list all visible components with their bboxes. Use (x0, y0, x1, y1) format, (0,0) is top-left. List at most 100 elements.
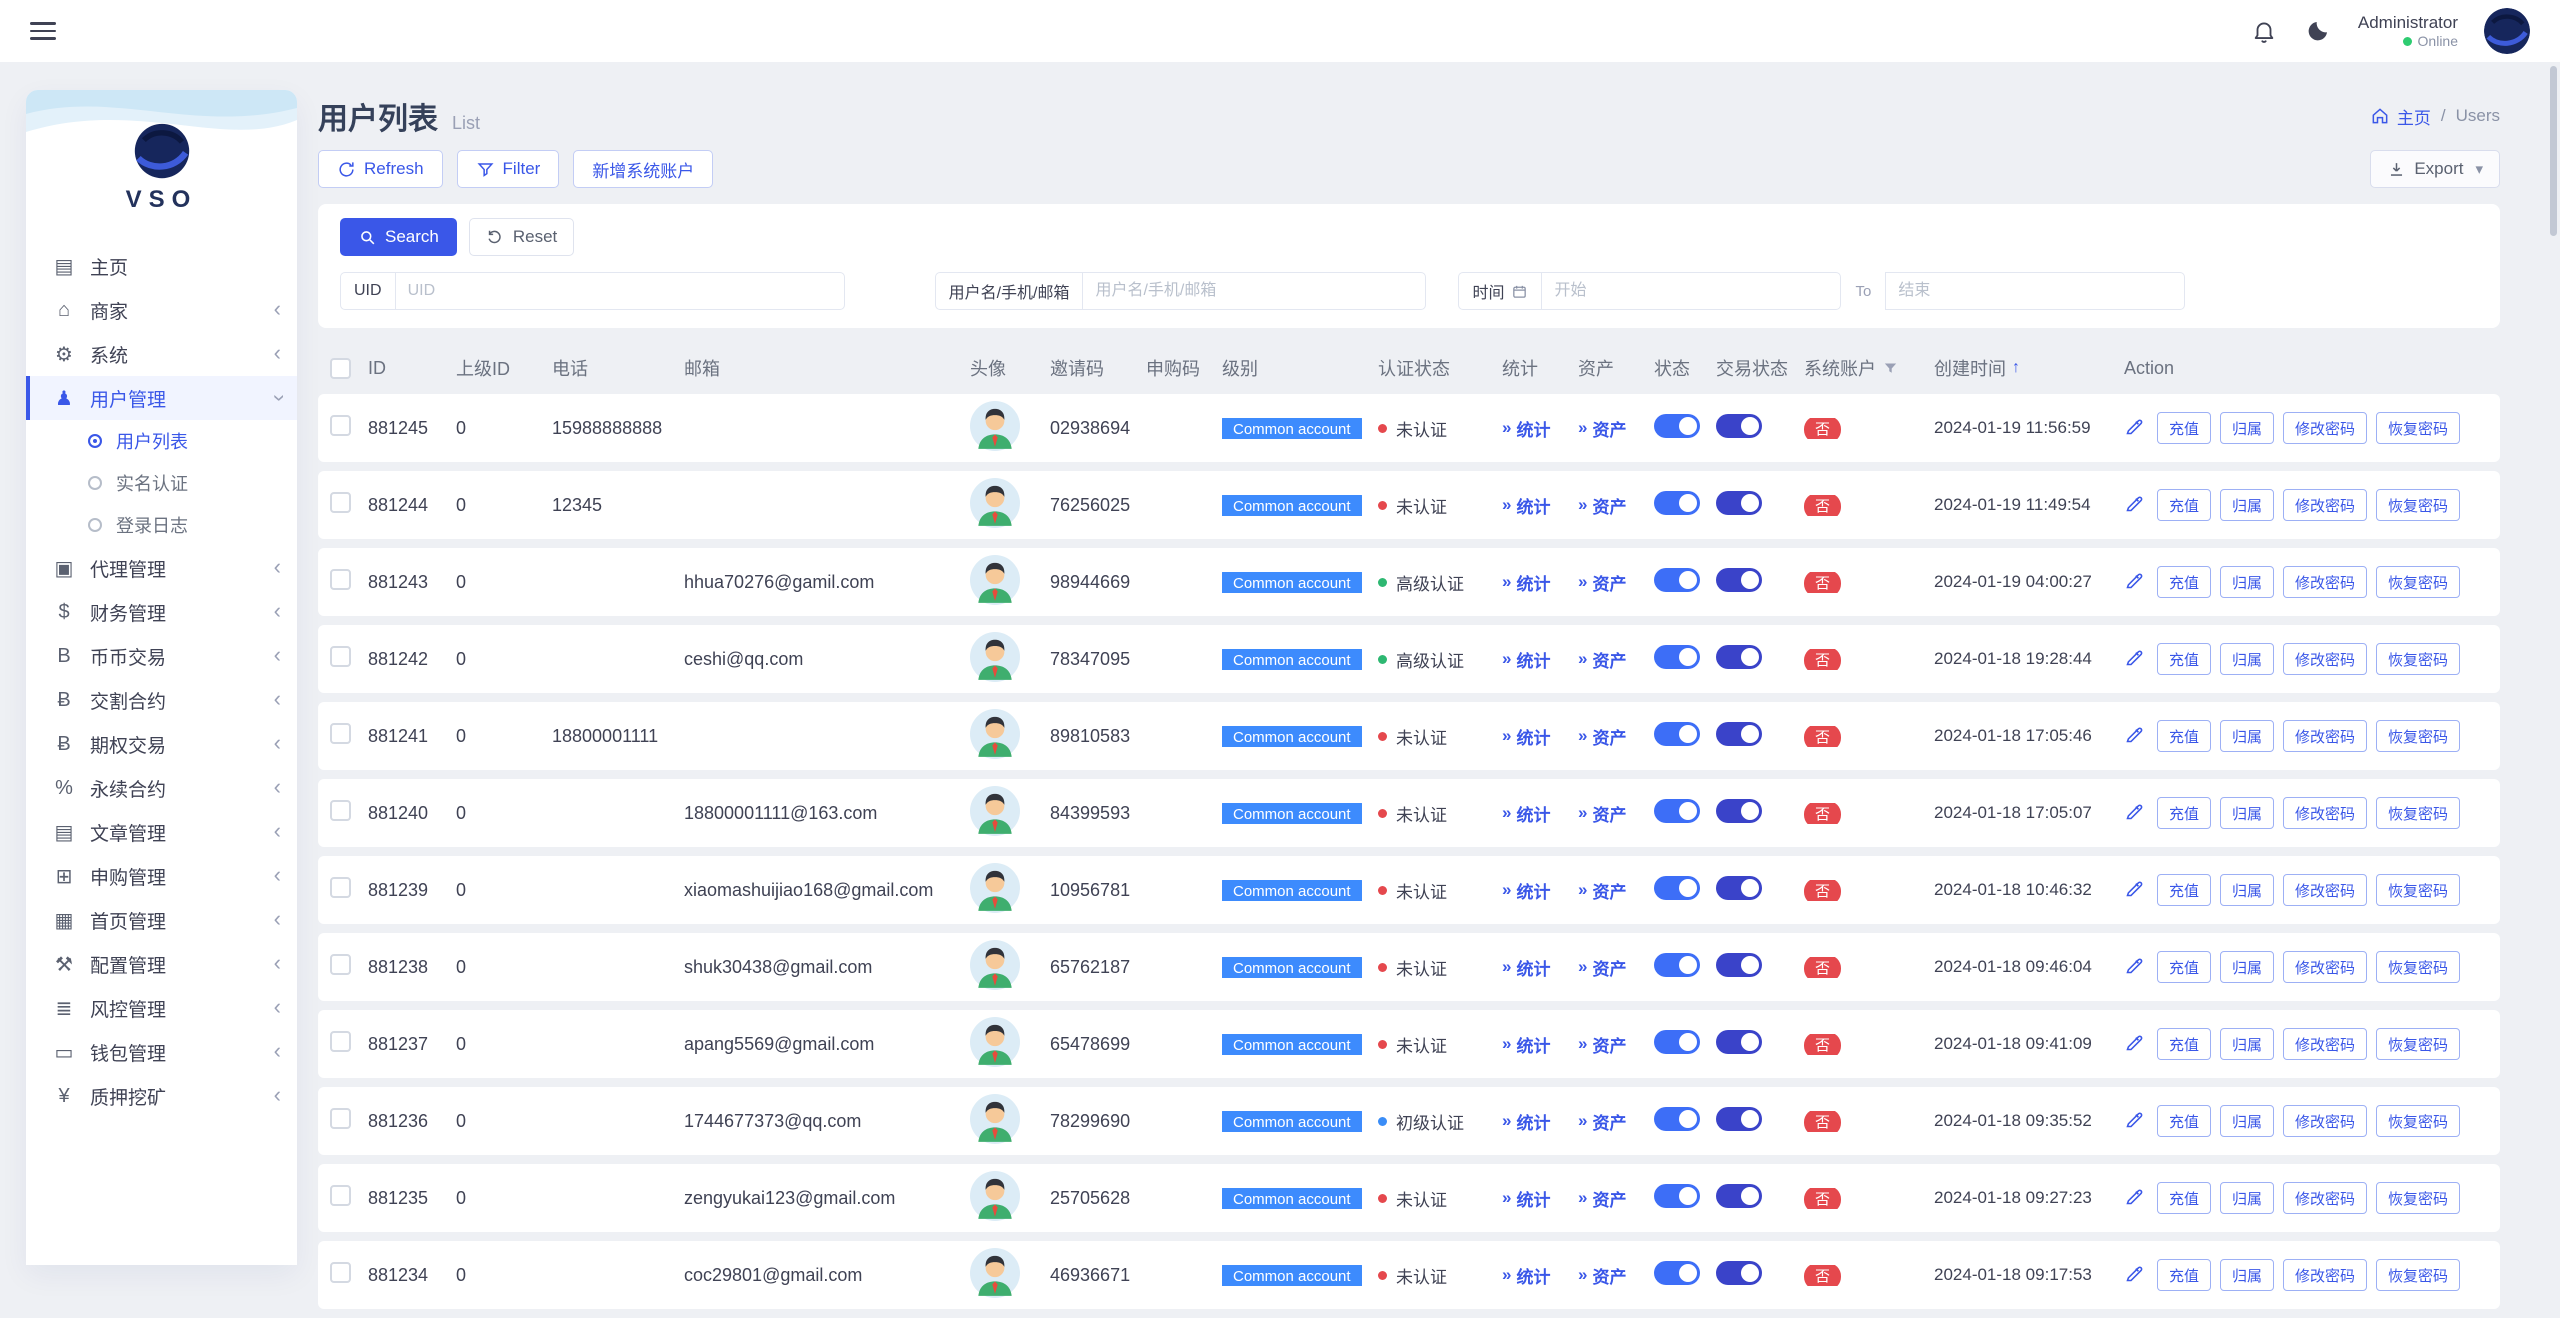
action-button-2[interactable]: 修改密码 (2283, 1105, 2367, 1137)
action-button-0[interactable]: 充值 (2157, 1182, 2211, 1214)
column-filter-icon[interactable] (1882, 360, 1899, 377)
trade-status-toggle[interactable] (1716, 414, 1762, 438)
action-button-3[interactable]: 恢复密码 (2376, 412, 2460, 444)
admin-avatar[interactable] (2484, 8, 2530, 54)
sidebar-item-options-trade[interactable]: Ƀ 期权交易 ‹ (26, 722, 297, 766)
stats-link[interactable]: »统计 (1502, 724, 1550, 749)
status-toggle[interactable] (1654, 491, 1700, 515)
sidebar-item-risk-control[interactable]: ≣ 风控管理 ‹ (26, 986, 297, 1030)
trade-status-toggle[interactable] (1716, 491, 1762, 515)
header-system-account[interactable]: 系统账户 (1804, 355, 1934, 381)
sidebar-item-perpetual-contract[interactable]: % 永续合约 ‹ (26, 766, 297, 810)
stats-link[interactable]: »统计 (1502, 416, 1550, 441)
action-button-1[interactable]: 归属 (2220, 566, 2274, 598)
trade-status-toggle[interactable] (1716, 1184, 1762, 1208)
uid-input[interactable] (395, 272, 845, 310)
sidebar-item-delivery-contract[interactable]: Ƀ 交割合约 ‹ (26, 678, 297, 722)
row-checkbox[interactable] (330, 800, 351, 821)
action-button-3[interactable]: 恢复密码 (2376, 951, 2460, 983)
action-button-1[interactable]: 归属 (2220, 1259, 2274, 1291)
export-button[interactable]: Export ▾ (2370, 150, 2500, 188)
action-button-1[interactable]: 归属 (2220, 720, 2274, 752)
action-button-2[interactable]: 修改密码 (2283, 489, 2367, 521)
stats-link[interactable]: »统计 (1502, 1109, 1550, 1134)
stats-link[interactable]: »统计 (1502, 801, 1550, 826)
stats-link[interactable]: »统计 (1502, 1032, 1550, 1057)
row-checkbox[interactable] (330, 415, 351, 436)
edit-pencil-icon[interactable] (2124, 724, 2148, 748)
action-button-0[interactable]: 充值 (2157, 1259, 2211, 1291)
sidebar-subitem-login-log[interactable]: 登录日志 (26, 504, 297, 546)
header-created-time[interactable]: 创建时间 ↑ (1934, 355, 2124, 381)
edit-pencil-icon[interactable] (2124, 416, 2148, 440)
action-button-2[interactable]: 修改密码 (2283, 1259, 2367, 1291)
action-button-1[interactable]: 归属 (2220, 412, 2274, 444)
action-button-0[interactable]: 充值 (2157, 489, 2211, 521)
stats-link[interactable]: »统计 (1502, 955, 1550, 980)
assets-link[interactable]: »资产 (1578, 416, 1626, 441)
sidebar-subitem-user-list[interactable]: 用户列表 (26, 420, 297, 462)
sidebar-item-config[interactable]: ⚒ 配置管理 ‹ (26, 942, 297, 986)
assets-link[interactable]: »资产 (1578, 647, 1626, 672)
status-toggle[interactable] (1654, 1107, 1700, 1131)
action-button-0[interactable]: 充值 (2157, 643, 2211, 675)
action-button-3[interactable]: 恢复密码 (2376, 720, 2460, 752)
action-button-1[interactable]: 归属 (2220, 951, 2274, 983)
edit-pencil-icon[interactable] (2124, 493, 2148, 517)
reset-button[interactable]: Reset (469, 218, 574, 256)
sidebar-item-wallet[interactable]: ▭ 钱包管理 ‹ (26, 1030, 297, 1074)
assets-link[interactable]: »资产 (1578, 878, 1626, 903)
assets-link[interactable]: »资产 (1578, 724, 1626, 749)
stats-link[interactable]: »统计 (1502, 878, 1550, 903)
status-toggle[interactable] (1654, 568, 1700, 592)
edit-pencil-icon[interactable] (2124, 1263, 2148, 1287)
dark-mode-moon-icon[interactable] (2304, 17, 2332, 45)
action-button-3[interactable]: 恢复密码 (2376, 1105, 2460, 1137)
row-checkbox[interactable] (330, 569, 351, 590)
assets-link[interactable]: »资产 (1578, 955, 1626, 980)
action-button-3[interactable]: 恢复密码 (2376, 1028, 2460, 1060)
end-date-input[interactable] (1885, 272, 2185, 310)
sidebar-item-home[interactable]: ▤ 主页 ‹ (26, 244, 297, 288)
action-button-2[interactable]: 修改密码 (2283, 720, 2367, 752)
action-button-1[interactable]: 归属 (2220, 797, 2274, 829)
action-button-0[interactable]: 充值 (2157, 797, 2211, 829)
sidebar-subitem-kyc[interactable]: 实名认证 (26, 462, 297, 504)
assets-link[interactable]: »资产 (1578, 1186, 1626, 1211)
edit-pencil-icon[interactable] (2124, 1032, 2148, 1056)
status-toggle[interactable] (1654, 1261, 1700, 1285)
trade-status-toggle[interactable] (1716, 722, 1762, 746)
sidebar-item-finance[interactable]: $ 财务管理 ‹ (26, 590, 297, 634)
action-button-1[interactable]: 归属 (2220, 489, 2274, 521)
refresh-button[interactable]: Refresh (318, 150, 443, 188)
action-button-2[interactable]: 修改密码 (2283, 874, 2367, 906)
edit-pencil-icon[interactable] (2124, 955, 2148, 979)
trade-status-toggle[interactable] (1716, 1030, 1762, 1054)
add-system-account-button[interactable]: 新增系统账户 (573, 150, 713, 188)
sidebar-item-merchant[interactable]: ⌂ 商家 ‹ (26, 288, 297, 332)
action-button-1[interactable]: 归属 (2220, 1105, 2274, 1137)
status-toggle[interactable] (1654, 722, 1700, 746)
assets-link[interactable]: »资产 (1578, 1109, 1626, 1134)
trade-status-toggle[interactable] (1716, 1107, 1762, 1131)
action-button-0[interactable]: 充值 (2157, 1028, 2211, 1060)
trade-status-toggle[interactable] (1716, 645, 1762, 669)
sidebar-item-spot-trade[interactable]: B 币币交易 ‹ (26, 634, 297, 678)
row-checkbox[interactable] (330, 646, 351, 667)
row-checkbox[interactable] (330, 954, 351, 975)
edit-pencil-icon[interactable] (2124, 1109, 2148, 1133)
edit-pencil-icon[interactable] (2124, 570, 2148, 594)
stats-link[interactable]: »统计 (1502, 1186, 1550, 1211)
assets-link[interactable]: »资产 (1578, 801, 1626, 826)
select-all-checkbox[interactable] (330, 358, 351, 379)
action-button-0[interactable]: 充值 (2157, 566, 2211, 598)
edit-pencil-icon[interactable] (2124, 878, 2148, 902)
action-button-2[interactable]: 修改密码 (2283, 1182, 2367, 1214)
trade-status-toggle[interactable] (1716, 953, 1762, 977)
action-button-1[interactable]: 归属 (2220, 874, 2274, 906)
menu-toggle-icon[interactable] (30, 17, 56, 45)
sidebar-item-agent[interactable]: ▣ 代理管理 ‹ (26, 546, 297, 590)
action-button-0[interactable]: 充值 (2157, 720, 2211, 752)
status-toggle[interactable] (1654, 414, 1700, 438)
stats-link[interactable]: »统计 (1502, 1263, 1550, 1288)
